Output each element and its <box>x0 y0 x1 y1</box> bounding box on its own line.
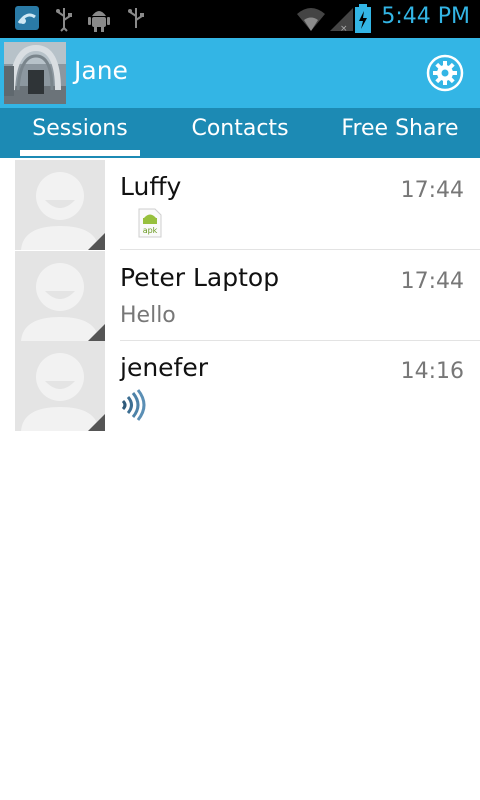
default-avatar-icon <box>15 160 105 250</box>
tab-label: Free Share <box>341 116 459 141</box>
session-time: 17:44 <box>400 269 464 294</box>
session-time: 14:16 <box>400 359 464 384</box>
wifi-icon <box>297 8 325 31</box>
contact-avatar[interactable] <box>15 251 105 341</box>
contact-name: Peter Laptop <box>120 263 280 292</box>
status-time: 5:44 PM <box>381 4 470 29</box>
apk-file-icon: apk <box>138 208 162 238</box>
tab-label: Contacts <box>191 116 289 141</box>
default-avatar-icon <box>15 251 105 341</box>
battery-charging-icon <box>355 4 371 33</box>
gear-icon <box>426 54 464 92</box>
message-preview: Hello <box>120 303 176 328</box>
session-item[interactable]: Peter Laptop 17:44 Hello <box>15 251 480 341</box>
android-debug-icon <box>88 11 110 32</box>
status-bar: × 5:44 PM <box>0 0 480 38</box>
tab-bar: Sessions Contacts Free Share <box>0 108 480 158</box>
tab-free-share[interactable]: Free Share <box>320 114 480 158</box>
apk-label: apk <box>143 226 158 235</box>
user-avatar[interactable] <box>4 42 66 104</box>
divider <box>120 249 480 250</box>
user-name: Jane <box>74 56 128 85</box>
settings-button[interactable] <box>426 54 464 92</box>
default-avatar-icon <box>15 341 105 431</box>
usb-icon <box>128 8 144 28</box>
app-header: Jane <box>0 38 480 108</box>
app-notification-icon <box>15 6 39 30</box>
svg-text:×: × <box>340 24 348 32</box>
tab-contacts[interactable]: Contacts <box>160 114 320 158</box>
avatar-photo-image <box>4 42 66 104</box>
usb-icon <box>56 8 72 32</box>
active-tab-indicator <box>20 150 140 156</box>
session-time: 17:44 <box>400 178 464 203</box>
tab-label: Sessions <box>32 116 128 141</box>
voice-message-icon[interactable] <box>121 389 147 421</box>
session-item[interactable]: jenefer 14:16 <box>15 341 480 431</box>
signal-icon: × <box>330 8 353 32</box>
contact-name: jenefer <box>120 353 209 382</box>
contact-name: Luffy <box>120 172 182 201</box>
session-item[interactable]: Luffy 17:44 apk <box>15 160 480 250</box>
contact-avatar[interactable] <box>15 341 105 431</box>
contact-avatar[interactable] <box>15 160 105 250</box>
